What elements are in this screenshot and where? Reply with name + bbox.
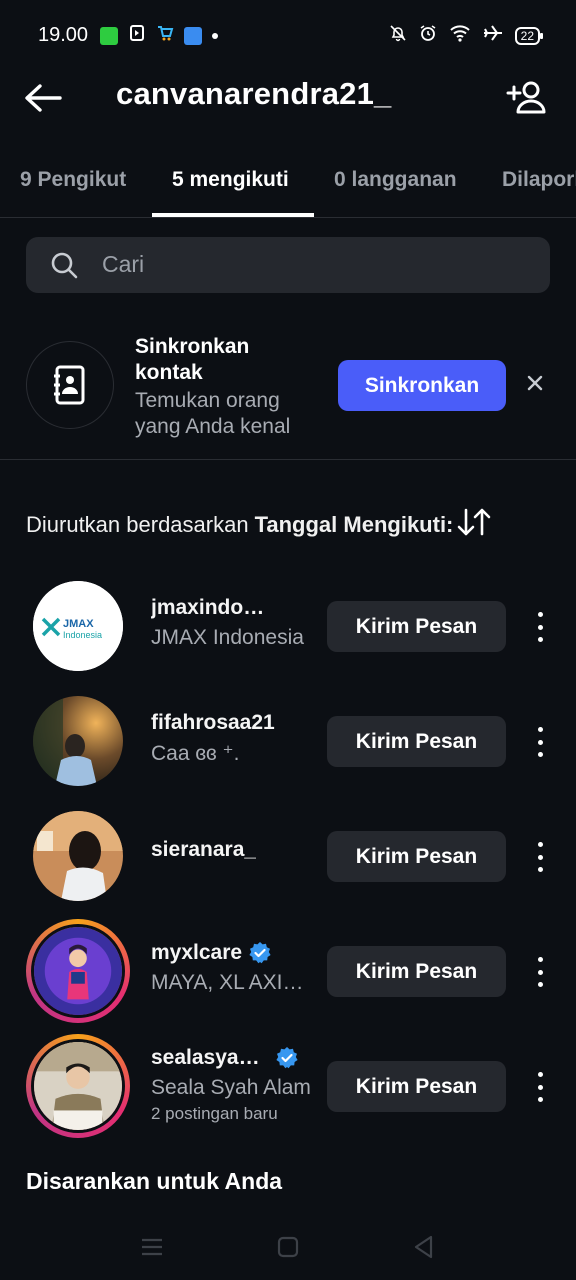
- profile-photo: [33, 811, 123, 901]
- suggested-heading: Disarankan untuk Anda: [26, 1168, 283, 1194]
- username[interactable]: jmaxindonesia: [151, 596, 277, 620]
- user-text: myxlcare MAYA, XL AXIATA: [151, 941, 316, 995]
- jmax-logo: JMAX Indonesia: [33, 581, 123, 671]
- more-options-button[interactable]: [530, 612, 550, 642]
- user-text: sieranara_: [151, 838, 316, 862]
- menu-icon: [142, 1238, 162, 1256]
- search-icon: [51, 252, 78, 279]
- battery-icon: 22: [514, 26, 544, 45]
- avatar[interactable]: JMAX Indonesia: [33, 581, 123, 671]
- verified-badge-icon: [276, 1047, 298, 1069]
- active-tab-indicator: [152, 213, 314, 217]
- sort-value: Tanggal Mengikuti:: [254, 512, 454, 537]
- wifi-icon: [449, 24, 471, 47]
- contact-book-icon: [54, 365, 85, 405]
- app-notification-icon: [100, 26, 118, 45]
- contact-book-icon-circle: [26, 341, 114, 429]
- username[interactable]: fifahrosaa21: [151, 711, 275, 735]
- arrow-left-icon: [25, 84, 62, 112]
- profile-photo: [34, 1042, 122, 1130]
- display-name: JMAX Indonesia: [151, 626, 304, 649]
- username[interactable]: myxlcare: [151, 941, 242, 965]
- sort-prefix: Diurutkan berdasarkan: [26, 512, 249, 537]
- dismiss-button[interactable]: [524, 372, 546, 394]
- avatar[interactable]: [33, 811, 123, 901]
- system-back-button[interactable]: [409, 1232, 439, 1262]
- sync-subtitle: Temukan orang yang Anda kenal: [135, 389, 291, 438]
- page-title: canvanarendra21_: [116, 76, 392, 111]
- add-person-button[interactable]: [506, 80, 546, 116]
- list-item[interactable]: JMAX Indonesia jmaxindonesia JMAX Indone…: [0, 568, 576, 683]
- home-button[interactable]: [273, 1232, 303, 1262]
- status-time: 19.00: [38, 24, 89, 46]
- more-options-button[interactable]: [530, 842, 550, 872]
- tab-followers[interactable]: 9 Pengikut: [20, 168, 126, 192]
- search-input[interactable]: [102, 251, 522, 278]
- following-list: JMAX Indonesia jmaxindonesia JMAX Indone…: [0, 568, 576, 1143]
- tab-reported[interactable]: Dilaporkan: [502, 168, 576, 192]
- more-options-button[interactable]: [530, 727, 550, 757]
- back-triangle-icon: [414, 1235, 433, 1259]
- airplane-icon: [483, 24, 503, 47]
- more-notifications-dot-icon: [212, 32, 218, 39]
- home-square-icon: [277, 1236, 299, 1258]
- svg-text:Indonesia: Indonesia: [63, 630, 102, 640]
- list-item[interactable]: myxlcare MAYA, XL AXIATA Kirim Pesan: [0, 913, 576, 1028]
- send-message-button[interactable]: Kirim Pesan: [327, 946, 506, 997]
- search-box[interactable]: [26, 237, 550, 293]
- display-name: MAYA, XL AXIATA: [151, 971, 311, 994]
- profile-photo: [34, 927, 122, 1015]
- app-notification-icon: [184, 26, 202, 45]
- username[interactable]: sealasyahalam: [151, 1046, 269, 1070]
- sync-contacts-card: Sinkronkan kontak Temukan orang yang And…: [0, 320, 576, 460]
- tab-subscriptions[interactable]: 0 langganan: [334, 168, 457, 192]
- display-name: Caa ɞɞ ⁺.: [151, 742, 240, 765]
- alarm-icon: [419, 24, 437, 47]
- user-text: jmaxindonesia JMAX Indonesia: [151, 596, 316, 650]
- send-message-button[interactable]: Kirim Pesan: [327, 716, 506, 767]
- system-nav-bar: [0, 1222, 576, 1280]
- avatar[interactable]: [33, 696, 123, 786]
- header: canvanarendra21_: [0, 70, 576, 130]
- user-text: sealasyahalam Seala Syah Alam 2 postinga…: [151, 1046, 316, 1124]
- back-button[interactable]: [24, 82, 64, 114]
- shopping-app-icon: [156, 24, 174, 47]
- send-message-button[interactable]: Kirim Pesan: [327, 831, 506, 882]
- sort-row[interactable]: Diurutkan berdasarkan Tanggal Mengikuti:: [26, 508, 556, 542]
- username[interactable]: sieranara_: [151, 838, 256, 862]
- list-item[interactable]: sealasyahalam Seala Syah Alam 2 postinga…: [0, 1028, 576, 1143]
- bookmark-app-icon: [128, 24, 146, 47]
- verified-badge-icon: [249, 942, 271, 964]
- avatar-story-ring[interactable]: [26, 1034, 130, 1138]
- more-options-button[interactable]: [530, 1072, 550, 1102]
- status-right: 22: [389, 24, 544, 47]
- svg-text:JMAX: JMAX: [63, 618, 94, 630]
- avatar: [31, 1039, 125, 1133]
- sync-button[interactable]: Sinkronkan: [338, 360, 506, 411]
- close-icon: [527, 375, 543, 391]
- more-options-button[interactable]: [530, 957, 550, 987]
- new-posts-label: 2 postingan baru: [151, 1104, 278, 1123]
- display-name: Seala Syah Alam: [151, 1076, 311, 1099]
- avatar: [31, 924, 125, 1018]
- sort-arrows-icon[interactable]: [457, 508, 491, 542]
- list-item[interactable]: sieranara_ Kirim Pesan: [0, 798, 576, 913]
- send-message-button[interactable]: Kirim Pesan: [327, 601, 506, 652]
- notification-icons: [100, 24, 218, 47]
- bell-off-icon: [389, 24, 407, 47]
- recent-apps-button[interactable]: [137, 1232, 167, 1262]
- user-text: fifahrosaa21 Caa ɞɞ ⁺.: [151, 711, 316, 766]
- list-item[interactable]: fifahrosaa21 Caa ɞɞ ⁺. Kirim Pesan: [0, 683, 576, 798]
- add-person-icon: [506, 81, 546, 114]
- avatar-story-ring[interactable]: [26, 919, 130, 1023]
- send-message-button[interactable]: Kirim Pesan: [327, 1061, 506, 1112]
- tab-following[interactable]: 5 mengikuti: [172, 168, 289, 192]
- tab-bar: 9 Pengikut 5 mengikuti 0 langganan Dilap…: [0, 150, 576, 218]
- status-bar: 19.00 22: [0, 0, 576, 70]
- sync-title: Sinkronkan kontak: [135, 335, 250, 384]
- profile-photo: [33, 696, 123, 786]
